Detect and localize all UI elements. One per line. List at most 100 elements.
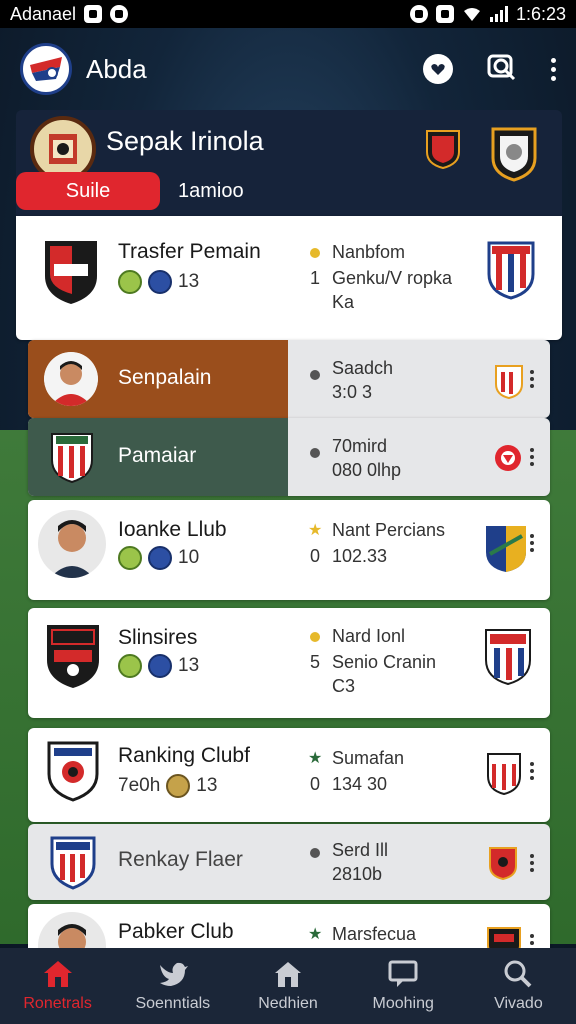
list-item[interactable]: Slinsires 13 Nard Ionl 5 Senio Cranin C3 bbox=[28, 608, 550, 718]
info-line-2: 3:0 3 bbox=[332, 382, 373, 402]
star-icon: ★ bbox=[308, 926, 323, 943]
info-line-1: Nanbfom bbox=[332, 242, 406, 262]
info-line-2: 102.33 bbox=[332, 546, 388, 566]
club-badge-icon bbox=[50, 836, 96, 890]
wifi-icon bbox=[463, 8, 480, 21]
club-badge-icon bbox=[485, 629, 531, 686]
tab-inactive[interactable]: 1amioo bbox=[178, 172, 244, 210]
list-item[interactable]: Pamaiar 70mird 080 0lhp bbox=[28, 418, 550, 496]
row-menu-icon[interactable] bbox=[530, 534, 534, 552]
item-title: Renkay Flaer bbox=[118, 848, 243, 871]
search-icon[interactable] bbox=[487, 52, 517, 87]
badge-count: 10 bbox=[178, 547, 200, 568]
info-line-2: Senio Cranin bbox=[332, 652, 437, 672]
house-icon bbox=[275, 962, 301, 987]
club-badge-icon bbox=[491, 127, 537, 182]
item-title: Ioanke Llub bbox=[118, 518, 227, 541]
badge-count: 13 bbox=[196, 775, 218, 796]
info-line-3: C3 bbox=[332, 676, 356, 696]
app-title: Abda bbox=[86, 53, 147, 84]
info-line-2: 134 30 bbox=[332, 774, 388, 794]
nav-item-social[interactable]: Soenntials bbox=[115, 948, 230, 1024]
info-line-1: 70mird bbox=[332, 436, 388, 456]
bird-icon bbox=[159, 962, 188, 986]
row-menu-icon[interactable] bbox=[530, 762, 534, 780]
list-item[interactable]: Senpalain Saadch 3:0 3 bbox=[28, 340, 550, 418]
app-logo[interactable] bbox=[20, 43, 72, 95]
item-title: Senpalain bbox=[118, 366, 212, 389]
avatar bbox=[38, 510, 106, 578]
carrier-label: Adanael bbox=[10, 3, 77, 24]
club-badge-icon bbox=[489, 847, 517, 880]
info-line-2: 2810b bbox=[332, 864, 383, 884]
sync-icon bbox=[409, 5, 428, 23]
nav-item-search[interactable]: Vivado bbox=[461, 948, 576, 1024]
list-item[interactable]: Ranking Clubf 7e0h 13 ★ Sumafan 0 134 30 bbox=[28, 728, 550, 822]
item-meta-text: 7e0h bbox=[118, 775, 161, 796]
club-badge-icon bbox=[47, 741, 99, 802]
nav-label: Ronetrals bbox=[23, 995, 92, 1012]
green-badge-icon bbox=[118, 270, 142, 294]
club-badge-icon bbox=[51, 433, 93, 484]
club-badge-icon bbox=[495, 365, 523, 400]
info-line-3: Ka bbox=[332, 292, 355, 312]
item-title: Trasfer Pemain bbox=[118, 240, 261, 263]
info-line-1: Nant Percians bbox=[332, 520, 446, 540]
info-line-1: Saadch bbox=[332, 358, 394, 378]
notification-icon bbox=[84, 5, 103, 23]
nav-item-messages[interactable]: Moohing bbox=[346, 948, 461, 1024]
club-badge-icon bbox=[426, 130, 460, 170]
league-title: Sepak Irinola bbox=[106, 126, 264, 156]
club-badge-icon bbox=[495, 445, 521, 471]
status-dot-icon bbox=[310, 248, 320, 258]
status-bar: Adanael 1:6:23 bbox=[0, 0, 576, 28]
green-badge-icon bbox=[118, 546, 142, 570]
info-line-1: Marsfecua bbox=[332, 924, 417, 944]
nav-label: Soenntials bbox=[135, 995, 211, 1012]
info-line-2: Genku/V ropka bbox=[332, 268, 453, 288]
nav-item-home[interactable]: Ronetrals bbox=[0, 948, 115, 1024]
lock-icon bbox=[435, 5, 454, 23]
search-icon bbox=[504, 960, 532, 988]
list-item[interactable]: Ioanke Llub 10 ★ Nant Percians 0 102.33 bbox=[28, 500, 550, 600]
item-meta: 13 bbox=[118, 270, 199, 294]
highlight-tile: Pamaiar bbox=[28, 418, 288, 496]
star-icon: ★ bbox=[308, 750, 323, 767]
info-prefix: 0 bbox=[310, 774, 321, 794]
bottom-navigation: Ronetrals Soenntials Nedhien Moohing Viv… bbox=[0, 948, 576, 1024]
info-prefix: 5 bbox=[310, 652, 321, 672]
star-icon: ★ bbox=[308, 522, 323, 539]
chat-icon bbox=[388, 960, 418, 987]
status-dot-icon bbox=[310, 848, 320, 858]
tab-active[interactable]: Suile bbox=[16, 172, 160, 210]
blue-badge-icon bbox=[148, 270, 172, 294]
more-icon[interactable] bbox=[551, 57, 556, 81]
nav-label: Vivado bbox=[494, 995, 543, 1012]
green-badge-icon bbox=[118, 654, 142, 678]
status-dot-icon bbox=[310, 448, 320, 458]
blue-badge-icon bbox=[148, 654, 172, 678]
club-badge-icon bbox=[487, 753, 521, 796]
row-menu-icon[interactable] bbox=[530, 854, 534, 872]
info-line-2: 080 0lhp bbox=[332, 460, 402, 480]
item-meta: 7e0h 13 bbox=[118, 774, 217, 798]
item-title: Pamaiar bbox=[118, 444, 197, 467]
clock: 1:6:23 bbox=[515, 3, 566, 24]
info-line-1: Nard Ionl bbox=[332, 626, 406, 646]
row-menu-icon[interactable] bbox=[530, 370, 534, 388]
status-dot-icon bbox=[310, 370, 320, 380]
heart-chat-icon[interactable] bbox=[423, 54, 453, 84]
list-item[interactable]: Renkay Flaer Serd Ill 2810b bbox=[28, 824, 550, 900]
nav-item-house[interactable]: Nedhien bbox=[230, 948, 345, 1024]
home-icon bbox=[43, 961, 72, 987]
info-line-1: Serd Ill bbox=[332, 840, 389, 860]
blue-badge-icon bbox=[148, 546, 172, 570]
row-menu-icon[interactable] bbox=[530, 448, 534, 466]
item-title: Ranking Clubf bbox=[118, 744, 250, 767]
shield-icon bbox=[110, 5, 129, 23]
item-meta: 13 bbox=[118, 654, 199, 678]
item-title: Slinsires bbox=[118, 626, 198, 649]
info-prefix: 0 bbox=[310, 546, 321, 566]
club-badge-icon bbox=[45, 241, 97, 304]
list-item[interactable]: Trasfer Pemain 13 Nanbfom 1 Genku/V ropk… bbox=[16, 216, 562, 340]
